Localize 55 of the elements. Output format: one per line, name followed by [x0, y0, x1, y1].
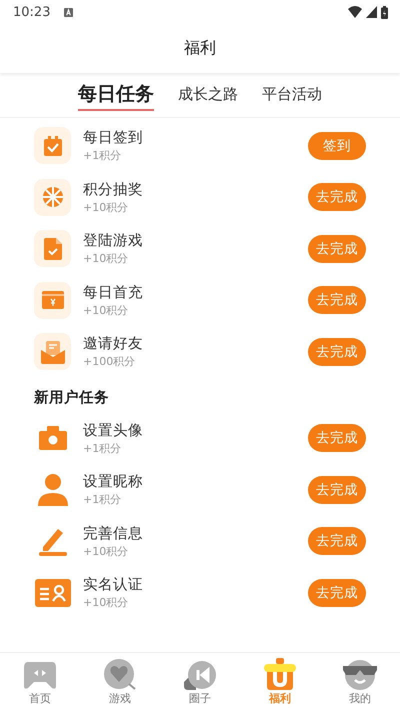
task-points: +1积分	[83, 148, 122, 164]
person-icon	[38, 474, 68, 506]
nav-tab[interactable]: 首页	[0, 653, 80, 711]
task-points: +10积分	[83, 302, 130, 318]
envelope-icon	[40, 340, 64, 364]
gift-icon	[264, 658, 296, 690]
nav-tab[interactable]: 福利	[240, 653, 320, 711]
battery-icon	[381, 6, 388, 18]
gamepad-icon	[24, 662, 56, 690]
task-points: +10积分	[83, 200, 130, 215]
camera-icon	[38, 426, 66, 450]
task-title: 积分抽奖	[83, 180, 144, 199]
task-button[interactable]: 去完成	[308, 234, 366, 263]
task-points: +1积分	[83, 440, 122, 456]
notification-icon	[64, 8, 74, 16]
calendar-check-icon	[42, 134, 64, 157]
task-points: +1积分	[83, 492, 122, 508]
task-title: 设置头像	[83, 422, 144, 440]
pencil-icon	[38, 526, 66, 556]
task-title: 设置昵称	[83, 473, 144, 492]
id-card-icon	[34, 578, 70, 607]
sunglasses-face-icon	[343, 658, 377, 690]
task-title: 完善信息	[83, 524, 144, 543]
task-title: 实名认证	[83, 576, 144, 594]
task-button[interactable]: 去完成	[308, 424, 366, 452]
task-points: +100积分	[83, 354, 136, 370]
task-button[interactable]: 去完成	[308, 578, 366, 607]
wifi-icon	[348, 6, 362, 18]
task-button[interactable]: 去完成	[308, 476, 366, 504]
nav-tab[interactable]: 游戏	[80, 653, 160, 711]
section-heading: 新用户任务	[32, 388, 110, 408]
tab[interactable]: 平台活动	[262, 82, 322, 108]
task-title: 每日签到	[83, 129, 144, 148]
wallet-icon	[42, 291, 64, 310]
tab[interactable]: 每日任务	[78, 79, 154, 111]
task-title: 登陆游戏	[83, 232, 144, 250]
page-title: 福利	[184, 38, 216, 59]
document-check-icon	[44, 238, 62, 260]
task-button[interactable]: 去完成	[308, 527, 366, 556]
wheel-icon	[42, 186, 64, 208]
task-button[interactable]: 签到	[308, 132, 366, 160]
task-button[interactable]: 去完成	[308, 183, 366, 212]
chat-bubble-icon	[184, 660, 216, 690]
task-button[interactable]: 去完成	[308, 338, 366, 366]
task-title: 邀请好友	[83, 335, 144, 354]
task-points: +10积分	[83, 544, 130, 559]
nav-tab[interactable]: 我的	[320, 653, 400, 711]
task-points: +10积分	[83, 595, 130, 610]
nav-tab[interactable]: 圈子	[160, 653, 240, 711]
task-button[interactable]: 去完成	[308, 286, 366, 314]
signal-icon	[366, 6, 377, 18]
status-time: 10:23	[13, 4, 50, 20]
task-title: 每日首充	[83, 284, 144, 302]
task-points: +10积分	[83, 251, 130, 266]
tab[interactable]: 成长之路	[178, 82, 238, 108]
